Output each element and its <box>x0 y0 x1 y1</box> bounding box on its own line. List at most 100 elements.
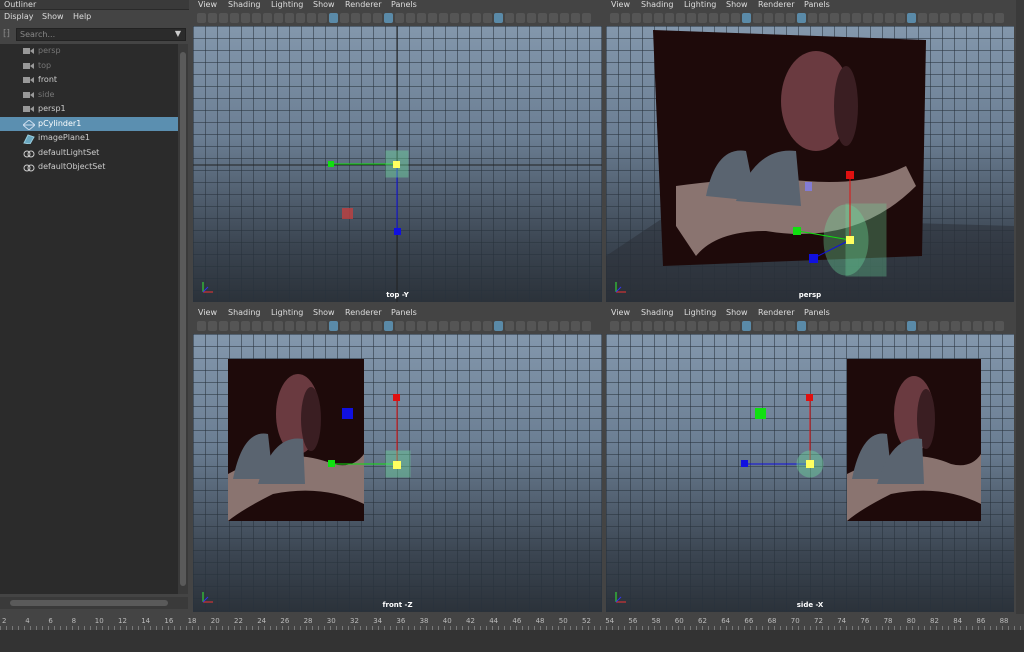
toolbar-button-icon[interactable] <box>406 13 415 23</box>
toolbar-button-icon[interactable] <box>951 321 960 331</box>
toolbar-button-icon[interactable] <box>786 13 795 23</box>
toolbar-button-icon[interactable] <box>687 321 696 331</box>
toolbar-button-icon[interactable] <box>632 13 641 23</box>
toolbar-button-icon[interactable] <box>516 321 525 331</box>
toolbar-button-icon[interactable] <box>516 13 525 23</box>
toolbar-button-icon[interactable] <box>995 13 1004 23</box>
toolbar-button-icon[interactable] <box>665 321 674 331</box>
toolbar-button-icon[interactable] <box>406 321 415 331</box>
menu-renderer[interactable]: Renderer <box>758 308 795 317</box>
toolbar-button-icon[interactable] <box>538 13 547 23</box>
toolbar-button-icon[interactable] <box>219 13 228 23</box>
toolbar-button-icon[interactable] <box>505 321 514 331</box>
toolbar-button-icon[interactable] <box>197 13 206 23</box>
menu-lighting[interactable]: Lighting <box>684 308 716 317</box>
toolbar-button-icon[interactable] <box>296 13 305 23</box>
toolbar-button-icon[interactable] <box>428 321 437 331</box>
toolbar-button-icon[interactable] <box>582 13 591 23</box>
toolbar-button-icon[interactable] <box>753 13 762 23</box>
toolbar-button-icon[interactable] <box>918 13 927 23</box>
toolbar-button-icon[interactable] <box>274 321 283 331</box>
menu-panels[interactable]: Panels <box>804 308 830 317</box>
toolbar-button-icon[interactable] <box>698 321 707 331</box>
toolbar-button-icon[interactable] <box>318 321 327 331</box>
toolbar-button-icon[interactable] <box>296 321 305 331</box>
menu-panels[interactable]: Panels <box>804 0 830 9</box>
toolbar-button-icon[interactable] <box>483 13 492 23</box>
menu-view[interactable]: View <box>198 0 217 9</box>
toolbar-button-icon[interactable] <box>461 13 470 23</box>
toolbar-button-icon[interactable] <box>494 13 503 23</box>
toolbar-button-icon[interactable] <box>775 13 784 23</box>
toolbar-button-icon[interactable] <box>285 321 294 331</box>
viewport-canvas[interactable]: top -Y <box>193 26 602 302</box>
scroll-thumb-h[interactable] <box>10 600 168 606</box>
toolbar-button-icon[interactable] <box>571 13 580 23</box>
menu-lighting[interactable]: Lighting <box>271 308 303 317</box>
toolbar-button-icon[interactable] <box>841 321 850 331</box>
outliner-item-defaultLightSet[interactable]: defaultLightSet <box>0 146 178 160</box>
toolbar-button-icon[interactable] <box>505 13 514 23</box>
toolbar-button-icon[interactable] <box>329 13 338 23</box>
toolbar-button-icon[interactable] <box>643 13 652 23</box>
menu-view[interactable]: View <box>611 0 630 9</box>
toolbar-button-icon[interactable] <box>929 321 938 331</box>
toolbar-button-icon[interactable] <box>830 321 839 331</box>
viewport-canvas[interactable]: side -X <box>606 334 1014 612</box>
toolbar-button-icon[interactable] <box>219 321 228 331</box>
outliner-horizontal-scrollbar[interactable] <box>0 597 188 609</box>
toolbar-button-icon[interactable] <box>885 321 894 331</box>
toolbar-button-icon[interactable] <box>764 13 773 23</box>
toolbar-button-icon[interactable] <box>709 13 718 23</box>
toolbar-button-icon[interactable] <box>571 321 580 331</box>
toolbar-button-icon[interactable] <box>461 321 470 331</box>
toolbar-button-icon[interactable] <box>450 321 459 331</box>
toolbar-button-icon[interactable] <box>742 321 751 331</box>
toolbar-button-icon[interactable] <box>676 13 685 23</box>
menu-shading[interactable]: Shading <box>641 0 674 9</box>
toolbar-button-icon[interactable] <box>208 321 217 331</box>
toolbar-button-icon[interactable] <box>527 13 536 23</box>
toolbar-button-icon[interactable] <box>863 321 872 331</box>
toolbar-button-icon[interactable] <box>742 13 751 23</box>
menu-lighting[interactable]: Lighting <box>684 0 716 9</box>
toolbar-button-icon[interactable] <box>395 321 404 331</box>
menu-view[interactable]: View <box>611 308 630 317</box>
menu-renderer[interactable]: Renderer <box>345 0 382 9</box>
menu-lighting[interactable]: Lighting <box>271 0 303 9</box>
toolbar-button-icon[interactable] <box>494 321 503 331</box>
toolbar-button-icon[interactable] <box>885 13 894 23</box>
toolbar-button-icon[interactable] <box>263 13 272 23</box>
toolbar-button-icon[interactable] <box>527 321 536 331</box>
toolbar-button-icon[interactable] <box>841 13 850 23</box>
toolbar-button-icon[interactable] <box>709 321 718 331</box>
toolbar-button-icon[interactable] <box>984 13 993 23</box>
toolbar-button-icon[interactable] <box>307 13 316 23</box>
toolbar-button-icon[interactable] <box>731 13 740 23</box>
toolbar-button-icon[interactable] <box>720 13 729 23</box>
toolbar-button-icon[interactable] <box>973 13 982 23</box>
toolbar-button-icon[interactable] <box>643 321 652 331</box>
toolbar-button-icon[interactable] <box>351 321 360 331</box>
toolbar-button-icon[interactable] <box>819 321 828 331</box>
toolbar-button-icon[interactable] <box>395 13 404 23</box>
toolbar-button-icon[interactable] <box>417 13 426 23</box>
toolbar-button-icon[interactable] <box>362 13 371 23</box>
menu-renderer[interactable]: Renderer <box>345 308 382 317</box>
toolbar-button-icon[interactable] <box>340 321 349 331</box>
toolbar-button-icon[interactable] <box>538 321 547 331</box>
toolbar-button-icon[interactable] <box>918 321 927 331</box>
toolbar-button-icon[interactable] <box>318 13 327 23</box>
toolbar-button-icon[interactable] <box>428 13 437 23</box>
menu-show[interactable]: Show <box>42 12 64 21</box>
toolbar-button-icon[interactable] <box>439 321 448 331</box>
toolbar-button-icon[interactable] <box>874 321 883 331</box>
toolbar-button-icon[interactable] <box>362 321 371 331</box>
toolbar-button-icon[interactable] <box>274 13 283 23</box>
search-input[interactable]: Search... <box>16 28 186 41</box>
move-manipulator[interactable] <box>328 150 409 235</box>
menu-show[interactable]: Show <box>313 0 335 9</box>
outliner-item-imagePlane1[interactable]: imagePlane1 <box>0 131 178 145</box>
toolbar-button-icon[interactable] <box>731 321 740 331</box>
viewport-front[interactable]: View Shading Lighting Show Renderer Panels fro… <box>193 308 602 614</box>
